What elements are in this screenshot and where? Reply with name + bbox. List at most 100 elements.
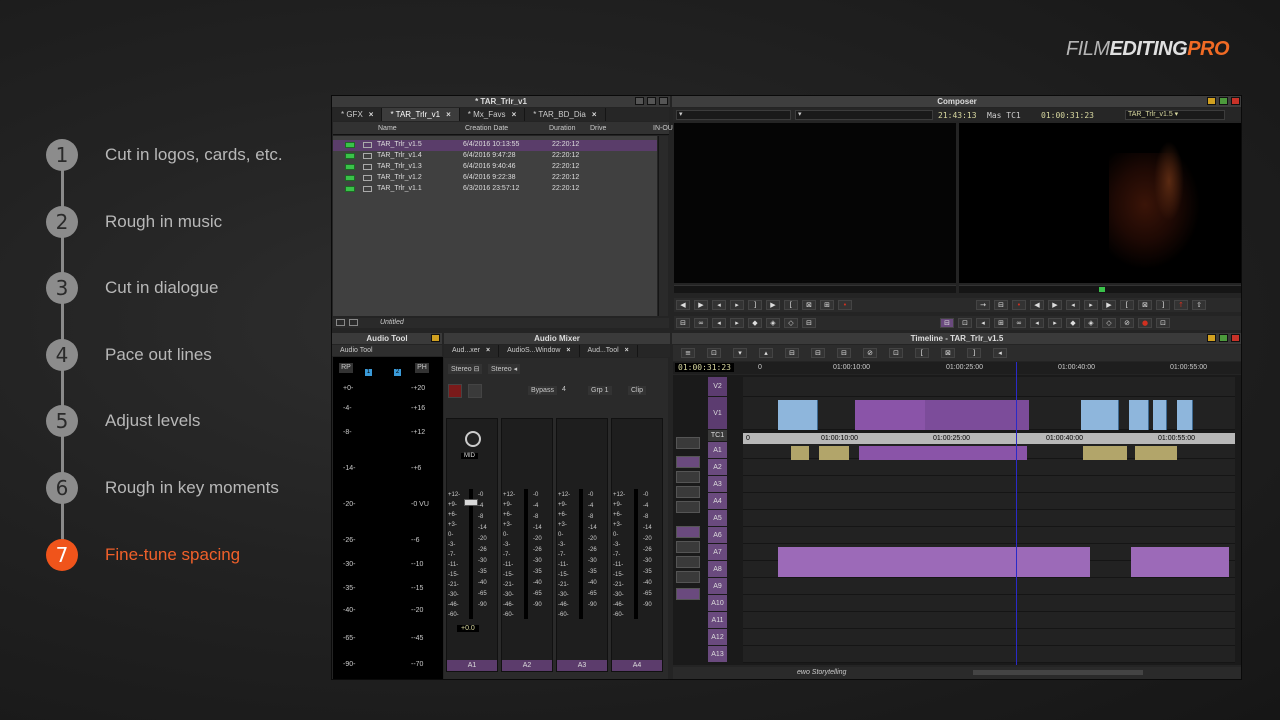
trash-icon[interactable] [468,384,482,398]
video-clip[interactable] [925,400,1029,430]
track-lane[interactable] [743,527,1235,544]
mark-in-icon[interactable]: [ [784,300,798,310]
music-clip[interactable] [1131,547,1229,577]
track-lane[interactable] [743,510,1235,527]
maximize-icon[interactable] [647,97,656,105]
close-tab-icon[interactable]: × [512,110,517,119]
extract-icon[interactable]: ⊟ [811,348,825,358]
clear-marks-icon[interactable]: ⊠ [802,300,816,310]
source-position-bar[interactable] [674,285,956,293]
bin-titlebar[interactable]: * TAR_Trlr_v1 [332,96,670,107]
step-forward-icon[interactable]: ▸ [1084,300,1098,310]
record-icon[interactable]: • [838,300,852,310]
copy-icon[interactable]: ⊡ [1156,318,1170,328]
timeline-titlebar[interactable]: Timeline - TAR_Trlr_v1.5 [672,333,1241,344]
audio-clip[interactable] [819,446,849,460]
channel-2[interactable]: 2 [394,369,401,376]
track-button[interactable]: A4 [708,493,727,510]
segment-icon[interactable]: ◇ [1102,318,1116,328]
close-tab-icon[interactable]: × [592,110,597,119]
clear-marks-icon[interactable]: ⊠ [941,348,955,358]
bin-view-select[interactable]: Untitled [380,319,404,326]
bypass-button[interactable]: Bypass [528,386,557,395]
track-tool-icon[interactable] [676,437,700,449]
segment-icon[interactable]: ⊡ [889,348,903,358]
track-tool-icon[interactable] [676,541,700,553]
timeline-ruler[interactable]: 01:00:31:23 0 01:00:10:00 01:00:25:00 01… [673,362,1241,374]
tab-audio-mixer[interactable]: Aud...xer × [444,345,500,357]
track-lane[interactable] [743,595,1235,612]
track-button[interactable]: V1 [708,397,727,430]
group-select[interactable]: Grp 1 [588,386,612,395]
link-icon[interactable]: ∞ [1012,318,1026,328]
lift-icon[interactable]: ↑ [1174,300,1188,310]
tab-tar-bd[interactable]: * TAR_BD_Dia × [525,108,606,121]
clip-select[interactable]: ▾ [795,110,933,120]
step-icon[interactable]: ◂ [976,318,990,328]
track-button[interactable]: A10 [708,595,727,612]
track-button[interactable]: V2 [708,377,727,397]
mark-out-icon[interactable]: ] [967,348,981,358]
track-button[interactable]: A12 [708,629,727,646]
track-button[interactable]: A8 [708,561,727,578]
mark-clip-icon[interactable]: ⊞ [820,300,834,310]
tab-mx-favs[interactable]: * Mx_Favs × [460,108,526,121]
track-button[interactable]: A7 [708,544,727,561]
column-created[interactable]: Creation Date [465,125,508,132]
column-in[interactable]: IN-OU [653,125,673,132]
toolbar-menu-icon[interactable]: ≡ [681,348,695,358]
overwrite-icon[interactable]: ⊟ [994,300,1008,310]
audio-tool-titlebar[interactable]: Audio Tool [332,333,442,344]
record-icon[interactable]: • [1012,300,1026,310]
extract-icon[interactable]: ⇧ [1192,300,1206,310]
timeline-zoom-slider[interactable] [973,670,1143,675]
step-back-icon[interactable]: ◂ [1066,300,1080,310]
mark-out-icon[interactable]: ] [1156,300,1170,310]
minimize-icon[interactable] [635,97,644,105]
monitor-icon[interactable]: ⊟ [940,318,954,328]
clip-select[interactable]: Clip [628,386,647,395]
tab-audio-tool[interactable]: Aud...Tool × [580,345,638,357]
list-item[interactable]: TAR_Trlr_v1.4 6/4/2016 9:47:28 22:20:12 [333,151,657,162]
trim-icon[interactable]: ◆ [1066,318,1080,328]
video-clip[interactable] [1129,400,1149,430]
minimize-icon[interactable] [431,334,440,342]
fast-forward-icon[interactable]: ▶ [694,300,708,310]
track-lane[interactable] [743,476,1235,493]
trim-left-icon[interactable]: ◂ [1030,318,1044,328]
audio-mixer-titlebar[interactable]: Audio Mixer [444,333,670,344]
audio-tool-icon[interactable] [676,588,700,600]
trim-right-icon[interactable]: ▸ [1048,318,1062,328]
track-button[interactable]: A5 [708,510,727,527]
frame-view-icon[interactable] [349,319,358,326]
list-view-icon[interactable] [336,319,345,326]
tab-audio-suite[interactable]: AudioS...Window × [499,345,580,357]
grid-icon[interactable]: ⊞ [994,318,1008,328]
red-marker-icon[interactable]: ● [1138,318,1152,328]
music-clip[interactable] [778,547,1090,577]
play-icon[interactable]: ▶ [1102,300,1116,310]
minimize-icon[interactable] [1207,97,1216,105]
no-icon[interactable]: ⊘ [863,348,877,358]
tab-tar-trlr[interactable]: * TAR_Trlr_v1 × [382,108,460,121]
video-clip[interactable] [1177,400,1193,430]
arrow-up-icon[interactable]: ▴ [759,348,773,358]
close-tab-icon[interactable]: × [486,347,490,354]
close-tab-icon[interactable]: × [446,110,451,119]
link-icon[interactable]: ∞ [694,318,708,328]
mark-out-icon[interactable]: ] [748,300,762,310]
monitor-icon[interactable] [676,526,700,538]
rewind-icon[interactable]: ◀ [1030,300,1044,310]
composer-titlebar[interactable]: Composer [672,96,1241,107]
track-button[interactable]: A1 [708,442,727,459]
track-button[interactable]: A3 [708,476,727,493]
rp-button[interactable]: RP [339,363,353,373]
track-button[interactable]: TC1 [708,430,727,442]
list-item[interactable]: TAR_Trlr_v1.5 6/4/2016 10:13:55 22:20:12 [333,140,657,151]
list-item[interactable]: TAR_Trlr_v1.2 6/4/2016 9:22:38 22:20:12 [333,173,657,184]
splice-icon[interactable]: → [976,300,990,310]
maximize-icon[interactable] [1219,97,1228,105]
video-clip[interactable] [855,400,925,430]
tab-gfx[interactable]: * GFX × [333,108,383,121]
bin-scrollbar[interactable] [658,136,668,316]
